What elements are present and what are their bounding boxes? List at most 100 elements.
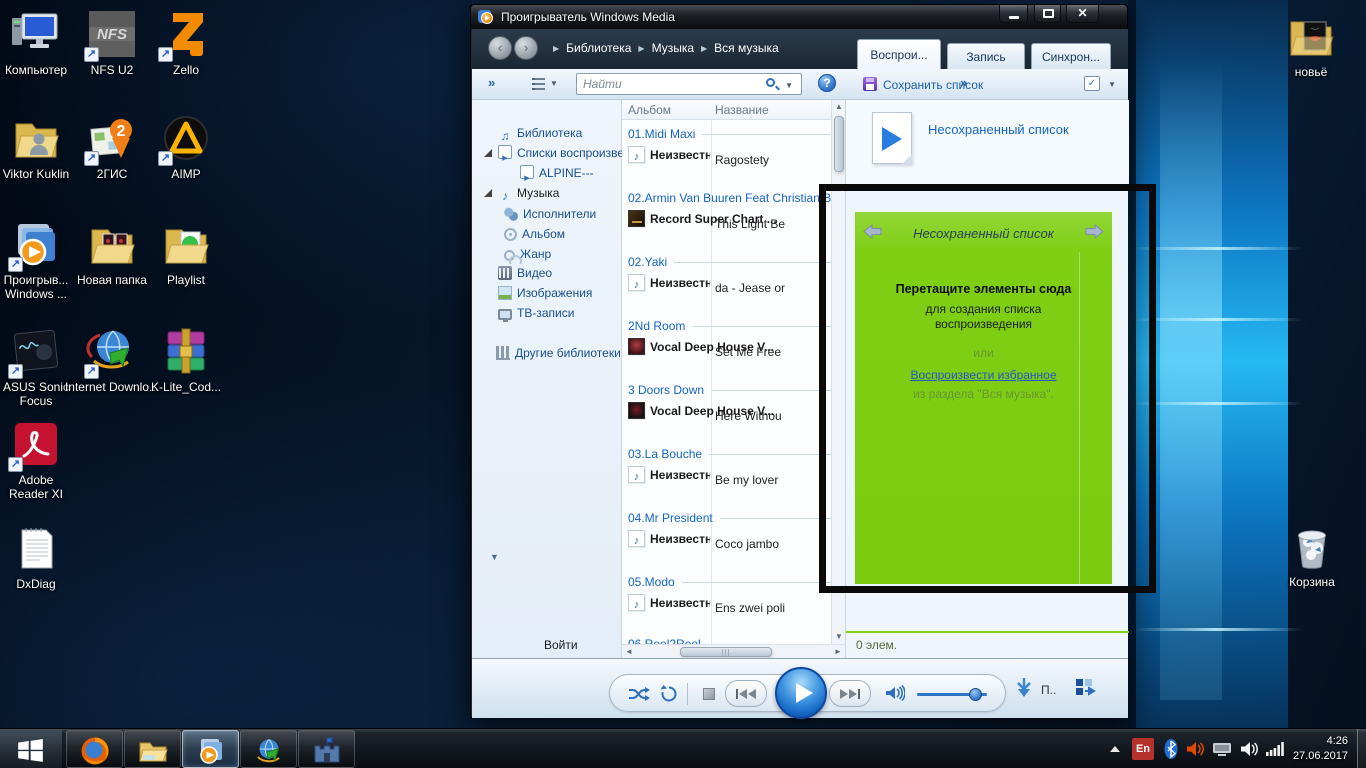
shuffle-button[interactable]	[628, 686, 650, 702]
sidebar-item-library[interactable]: Библиотека	[472, 123, 622, 143]
desktop-icon-dxdiag[interactable]: DxDiag	[0, 522, 84, 591]
taskbar-explorer-button[interactable]	[124, 730, 181, 768]
track-title[interactable]: da - Jease or	[715, 281, 785, 295]
next-button[interactable]	[829, 680, 871, 707]
search-dropdown-icon[interactable]	[785, 81, 793, 90]
save-icon[interactable]	[863, 77, 877, 91]
album-name[interactable]: Неизвестный диск	[650, 532, 710, 546]
sidebar-collapse-icon[interactable]	[490, 552, 499, 562]
display-icon[interactable]	[1212, 742, 1232, 757]
breadcrumb-music[interactable]: Музыка	[652, 41, 694, 55]
back-button[interactable]: ‹	[488, 36, 512, 60]
help-button[interactable]: ?	[818, 74, 836, 92]
track-title[interactable]: Ens zwei poli	[715, 601, 785, 615]
now-playing-button[interactable]	[1075, 678, 1097, 696]
toolbar-overflow-right[interactable]: »	[960, 75, 967, 90]
dock-list-button[interactable]	[1015, 677, 1033, 699]
breadcrumb-all-music[interactable]: Вся музыка	[714, 41, 779, 55]
volume-thumb[interactable]	[969, 688, 982, 701]
desktop-icon-novyo[interactable]: новьё	[1263, 10, 1359, 79]
sidebar-item-artist[interactable]: Исполнители	[472, 204, 622, 224]
track-group[interactable]: 01.Midi Maxi Неизвестный диск Ragostety	[622, 126, 845, 190]
desktop-icon-klite[interactable]: K-Lite_Cod...	[138, 325, 234, 394]
horizontal-scrollbar[interactable]: ◄ ||| ►	[622, 644, 845, 658]
group-artist[interactable]: 03.La Bouche	[628, 447, 702, 461]
group-artist[interactable]: 02.Yaki	[628, 255, 667, 269]
scroll-left-icon[interactable]: ◄	[622, 645, 636, 658]
close-button[interactable]	[1066, 5, 1099, 23]
group-artist[interactable]: 01.Midi Maxi	[628, 127, 695, 141]
stop-button[interactable]	[703, 688, 715, 700]
scrollbar-thumb[interactable]: |||	[680, 647, 772, 657]
album-name[interactable]: Неизвестный диск	[650, 596, 710, 610]
repeat-button[interactable]	[660, 685, 678, 702]
column-album[interactable]: Альбом	[628, 103, 671, 117]
scroll-down-icon[interactable]: ▼	[832, 630, 845, 644]
track-group[interactable]: 04.Mr President Неизвестный диск Coco ja…	[622, 510, 845, 574]
desktop-icon-aimp[interactable]: AIMP	[138, 112, 234, 181]
album-name[interactable]: Неизвестный диск	[650, 468, 710, 482]
track-title[interactable]: Set Me Free	[715, 345, 781, 359]
bluetooth-icon[interactable]	[1164, 738, 1178, 760]
tab-burn[interactable]: Запись	[947, 43, 1025, 69]
sidebar-item-video[interactable]: Видео	[472, 263, 622, 283]
track-group[interactable]: 2Nd Room Vocal Deep House V... Set Me Fr…	[622, 318, 845, 382]
titlebar[interactable]: Проигрыватель Windows Media	[471, 5, 1127, 29]
list-options-dropdown-icon[interactable]	[1108, 80, 1116, 89]
show-desktop-button[interactable]	[1357, 729, 1366, 768]
taskbar-defender-button[interactable]	[298, 730, 355, 768]
playlist-toggle-label[interactable]: П..	[1041, 683, 1056, 697]
group-artist[interactable]: 3 Doors Down	[628, 383, 704, 397]
sidebar-item-alpine[interactable]: ALPINE---	[472, 163, 622, 183]
language-indicator[interactable]: En	[1132, 738, 1154, 760]
track-group[interactable]: 02.Armin Van Buuren Feat Christian Burn …	[622, 190, 845, 254]
hidden-icons-chevron[interactable]	[1110, 746, 1120, 752]
view-options-icon[interactable]	[532, 78, 545, 90]
group-artist[interactable]: 02.Armin Van Buuren Feat Christian Burn	[628, 191, 845, 205]
expander-icon[interactable]	[484, 189, 492, 197]
sidebar-item-genre[interactable]: Жанр	[472, 244, 622, 264]
list-options-icon[interactable]	[1084, 76, 1100, 91]
search-input[interactable]	[583, 75, 743, 93]
sidebar-item-album[interactable]: Альбом	[472, 224, 622, 244]
track-group[interactable]: 02.Yaki Неизвестный диск da - Jease or	[622, 254, 845, 318]
track-title[interactable]: Be my lover	[715, 473, 778, 487]
volume-slider[interactable]	[917, 693, 987, 696]
mute-button[interactable]	[885, 685, 905, 701]
speaker-icon[interactable]	[1240, 741, 1258, 757]
toolbar-overflow-left[interactable]: »	[488, 75, 495, 90]
track-group[interactable]: 03.La Bouche Неизвестный диск Be my love…	[622, 446, 845, 510]
track-title[interactable]: Here Withou	[715, 409, 782, 423]
previous-button[interactable]	[725, 680, 767, 707]
forward-button[interactable]: ›	[514, 36, 538, 60]
breadcrumb-library[interactable]: Библиотека	[566, 41, 631, 55]
album-name[interactable]: Неизвестный диск	[650, 148, 710, 162]
track-group[interactable]: 3 Doors Down Vocal Deep House V... Here …	[622, 382, 845, 446]
sign-in-button[interactable]: Войти	[544, 638, 578, 652]
track-group[interactable]: 05.Modo Неизвестный диск Ens zwei poli	[622, 574, 845, 638]
taskbar-wmp-button[interactable]	[182, 730, 239, 768]
track-title[interactable]: Coco jambo	[715, 537, 779, 551]
minimize-button[interactable]	[999, 5, 1028, 23]
scroll-up-icon[interactable]: ▲	[832, 100, 845, 114]
start-button[interactable]	[0, 729, 62, 768]
sidebar-item-music[interactable]: Музыка	[472, 183, 622, 203]
taskbar-idm-button[interactable]	[240, 730, 297, 768]
scrollbar-thumb[interactable]	[834, 116, 844, 172]
group-artist[interactable]: 2Nd Room	[628, 319, 685, 333]
scroll-right-icon[interactable]: ►	[831, 645, 845, 658]
sidebar-item-playlists[interactable]: Списки воспроизведения	[472, 143, 622, 163]
sidebar-item-tv[interactable]: ТВ-записи	[472, 303, 622, 323]
network-signal-icon[interactable]	[1266, 742, 1284, 756]
desktop-icon-recycle-bin[interactable]: Корзина	[1264, 520, 1360, 589]
save-list-button[interactable]: Сохранить список	[883, 78, 983, 92]
volume-app-icon[interactable]	[1186, 741, 1204, 757]
taskbar-firefox-button[interactable]	[66, 730, 123, 768]
column-title[interactable]: Название	[715, 103, 769, 117]
album-name[interactable]: Неизвестный диск	[650, 276, 710, 290]
desktop-icon-zello[interactable]: Zello	[138, 8, 234, 77]
maximize-button[interactable]	[1034, 5, 1061, 23]
play-button[interactable]	[775, 667, 827, 719]
tab-sync[interactable]: Синхрон...	[1031, 43, 1111, 69]
track-title[interactable]: This Light Be	[715, 217, 785, 231]
